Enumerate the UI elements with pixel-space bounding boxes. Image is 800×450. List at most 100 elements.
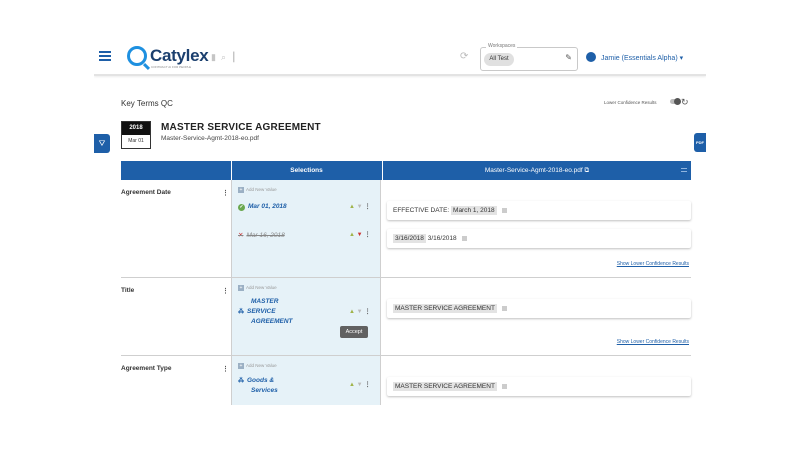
selections-cell: + Add New Value ✓ Mar 01, 2018 ▲ ▼ ⋮ ✕ Mar 1… xyxy=(231,180,381,277)
selection-text: MASTER xyxy=(251,298,279,305)
show-lower-confidence-link[interactable]: Show Lower Confidence Results xyxy=(617,339,689,345)
table-row: Title ⋮ + Add New Value MASTER ⁂ SERVICE A… xyxy=(121,278,691,356)
document-icon[interactable]: ▮ xyxy=(211,52,221,62)
rejected-selection[interactable]: ✕ Mar 16, 2018 xyxy=(238,231,285,239)
magic-wand-icon: ⁂ xyxy=(238,378,244,384)
copy-icon[interactable] xyxy=(501,383,507,389)
thumbs-down-icon[interactable]: ▼ xyxy=(357,382,363,388)
copy-icon[interactable] xyxy=(501,305,507,311)
table-row: Agreement Date ⋮ + Add New Value ✓ Mar 01,… xyxy=(121,180,691,278)
feedback-controls: ▲ ▼ ⋮ xyxy=(349,308,371,315)
check-circle-icon: ✓ xyxy=(238,204,245,211)
selection-value[interactable]: ⁂ Goods & Services xyxy=(238,376,278,396)
snippet-card[interactable]: MASTER SERVICE AGREEMENT xyxy=(387,377,691,396)
user-menu[interactable]: Jamie (Essentials Alpha) ▾ xyxy=(601,54,683,62)
row-menu-icon[interactable]: ⋮ xyxy=(222,189,229,197)
nav-icons: ▮⌕┃ xyxy=(211,52,241,63)
date-badge: 2018 Mar 01 xyxy=(121,121,151,149)
thumbs-up-icon[interactable]: ▲ xyxy=(349,204,355,210)
snippet-highlight[interactable]: March 1, 2018 xyxy=(451,206,497,215)
document-cell: EFFECTIVE DATE: March 1, 2018 3/16/2018 … xyxy=(382,180,691,277)
selections-cell: + Add New Value MASTER ⁂ SERVICE AGREEMENT… xyxy=(231,278,381,355)
app-header: Catylex CONTRACT AI FOR PEOPLE ▮⌕┃ ⟳ Wor… xyxy=(94,36,706,76)
selection-text: Mar 01, 2018 xyxy=(248,203,287,210)
snippet-card[interactable]: MASTER SERVICE AGREEMENT xyxy=(387,299,691,318)
thumbs-up-icon[interactable]: ▲ xyxy=(349,382,355,388)
add-new-label: Add New Value xyxy=(246,187,277,193)
logo-tagline: CONTRACT AI FOR PEOPLE xyxy=(151,65,192,69)
more-icon[interactable]: ⋮ xyxy=(365,382,371,388)
plus-icon: + xyxy=(238,363,244,369)
logo-icon xyxy=(127,46,147,66)
workspace-chip[interactable]: All Test xyxy=(484,53,514,66)
show-lower-confidence-link[interactable]: Show Lower Confidence Results xyxy=(617,261,689,267)
thumbs-down-icon[interactable]: ▼ xyxy=(357,232,363,238)
snippet-prefix: EFFECTIVE DATE: xyxy=(393,207,450,214)
column-menu-icon[interactable] xyxy=(681,168,687,172)
thumbs-down-icon[interactable]: ▼ xyxy=(357,309,363,315)
more-icon[interactable]: ⋮ xyxy=(365,204,371,210)
document-filename: Master-Service-Agmt-2018-eo.pdf xyxy=(161,135,259,142)
feedback-controls: ▲ ▼ ⋮ xyxy=(349,203,371,210)
table-row: Agreement Type ⋮ + Add New Value ⁂ Goods &… xyxy=(121,356,691,405)
selection-text: SERVICE xyxy=(247,308,276,315)
feedback-controls: ▲ ▼ ⋮ xyxy=(349,381,371,388)
selection-text: Mar 16, 2018 xyxy=(246,232,285,239)
thumbs-up-icon[interactable]: ▲ xyxy=(349,309,355,315)
chart-icon[interactable]: ┃ xyxy=(231,52,241,62)
app-frame: Catylex CONTRACT AI FOR PEOPLE ▮⌕┃ ⟳ Wor… xyxy=(94,36,706,405)
plus-icon: + xyxy=(238,187,244,193)
feedback-controls: ▲ ▼ ⋮ xyxy=(349,231,371,238)
table-header: Selections Master-Service-Agmt-2018-eo.p… xyxy=(121,161,691,180)
selections-cell: + Add New Value ⁂ Goods & Services ▲ ▼ ⋮ xyxy=(231,356,381,405)
workspace-selector[interactable]: Workspaces All Test ✎ xyxy=(480,43,578,71)
add-new-label: Add New Value xyxy=(246,285,277,291)
account-icon[interactable] xyxy=(586,52,596,62)
more-icon[interactable]: ⋮ xyxy=(365,309,371,315)
magic-wand-icon: ⁂ xyxy=(238,309,244,315)
row-menu-icon[interactable]: ⋮ xyxy=(222,287,229,295)
pencil-icon[interactable]: ✎ xyxy=(565,53,572,62)
menu-icon[interactable] xyxy=(99,51,111,61)
selection-value[interactable]: ✓ Mar 01, 2018 xyxy=(238,203,287,211)
toggle-label: Lower Confidence Results xyxy=(604,100,657,105)
reload-icon[interactable]: ↻ xyxy=(681,97,689,108)
row-label: Title xyxy=(121,287,135,294)
snippet-card[interactable]: EFFECTIVE DATE: March 1, 2018 xyxy=(387,201,691,220)
snippet-highlight[interactable]: 3/16/2018 xyxy=(393,234,426,243)
row-label: Agreement Type xyxy=(121,365,172,372)
selection-text: Goods & xyxy=(247,377,275,384)
accept-tooltip: Accept xyxy=(340,326,368,338)
snippet-highlight[interactable]: MASTER SERVICE AGREEMENT xyxy=(393,382,497,391)
add-new-label: Add New Value xyxy=(246,363,277,369)
selection-value[interactable]: MASTER ⁂ SERVICE AGREEMENT xyxy=(238,297,293,327)
snippet-card[interactable]: 3/16/2018 3/16/2018 xyxy=(387,229,691,248)
more-icon[interactable]: ⋮ xyxy=(365,232,371,238)
pdf-icon[interactable]: PDF xyxy=(694,133,706,152)
workspace-legend: Workspaces xyxy=(486,43,518,49)
lower-confidence-toggle[interactable] xyxy=(670,98,681,105)
date-badge-day: Mar 01 xyxy=(128,138,144,144)
row-menu-icon[interactable]: ⋮ xyxy=(222,365,229,373)
page-title: Key Terms QC xyxy=(121,99,173,108)
thumbs-up-icon[interactable]: ▲ xyxy=(349,232,355,238)
add-new-value-button[interactable]: + Add New Value xyxy=(238,187,277,193)
filter-icon[interactable]: ⛛ xyxy=(94,134,110,153)
selection-text: Services xyxy=(251,387,278,394)
copy-icon[interactable] xyxy=(501,207,507,213)
snippet-highlight[interactable]: MASTER SERVICE AGREEMENT xyxy=(393,304,497,313)
sync-icon[interactable]: ⟳ xyxy=(460,51,468,62)
add-new-value-button[interactable]: + Add New Value xyxy=(238,285,277,291)
selections-header: Selections xyxy=(231,161,381,180)
plus-icon: + xyxy=(238,285,244,291)
copy-icon[interactable] xyxy=(461,235,467,241)
document-cell: MASTER SERVICE AGREEMENT Show Lower Conf… xyxy=(382,278,691,355)
add-new-value-button[interactable]: + Add New Value xyxy=(238,363,277,369)
document-cell: MASTER SERVICE AGREEMENT xyxy=(382,356,691,405)
thumbs-down-icon[interactable]: ▼ xyxy=(357,204,363,210)
search-icon[interactable]: ⌕ xyxy=(221,52,231,62)
snippet-suffix: 3/16/2018 xyxy=(427,235,457,242)
file-header-link[interactable]: Master-Service-Agmt-2018-eo.pdf ⧉ xyxy=(382,161,691,180)
date-badge-year: 2018 xyxy=(122,122,150,135)
row-label: Agreement Date xyxy=(121,189,171,196)
